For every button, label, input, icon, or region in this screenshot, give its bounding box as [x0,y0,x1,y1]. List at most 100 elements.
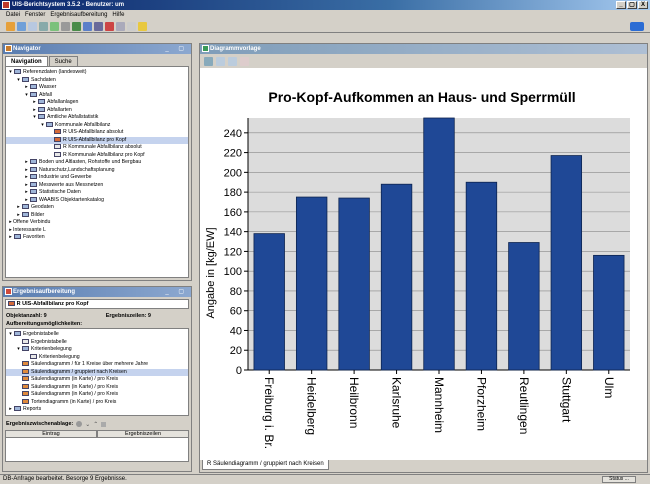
bar[interactable] [465,181,498,371]
navigator-tree-node[interactable]: ▸ Abfallarten [6,107,188,115]
map-icon[interactable] [116,22,125,31]
ergebnis-tree-node[interactable]: Kriterienbelegung [6,354,188,362]
tab-navigation[interactable]: Navigation [5,56,48,66]
column-eintrag[interactable]: Eintrag [5,430,97,438]
navigator-tree-node[interactable]: ▸ Industrie und Gewerbe [6,174,188,182]
collapse-icon[interactable]: ▾ [8,331,13,339]
expand-icon[interactable]: ▸ [24,159,29,167]
tab-saeulendiagramm[interactable]: R Säulendiagramm / gruppiert nach Kreise… [202,460,329,470]
zoom-in-icon[interactable] [216,57,225,66]
navigator-tree-node[interactable]: R Kommunale Abfallbilanz pro Kopf [6,152,188,160]
menu-ergebnisaufbereitung[interactable]: Ergebnisaufbereitung [50,10,107,20]
navigator-tree-node[interactable]: ▸ WAABIS Objektartenkatalog [6,197,188,205]
navigator-tree-node[interactable]: ▾ Kommunale Abfallbilanz [6,122,188,130]
bar[interactable] [253,233,285,371]
chevron-down-icon[interactable]: ⌄ [85,421,90,428]
maximize-button[interactable]: ▢ [627,1,637,9]
navigator-tree-node[interactable]: R UIS-Abfallbilanz absolut [6,129,188,137]
ergebnis-tree-node[interactable]: Ergebnistabelle [6,339,188,347]
expand-icon[interactable]: ▸ [16,204,21,212]
expand-icon[interactable]: ▸ [24,197,29,205]
ergebnis-tree-node[interactable]: ▾ Ergebnistabelle [6,331,188,339]
menu-datei[interactable]: Datei [6,10,20,20]
bar[interactable] [593,254,625,371]
expand-icon[interactable]: ▸ [24,174,29,182]
help-icon[interactable] [138,22,147,31]
expand-icon[interactable]: ▸ [32,99,37,107]
status-button[interactable]: Status ... [602,476,636,483]
folder-icon[interactable] [17,22,26,31]
bar[interactable] [423,117,455,371]
bar[interactable] [380,183,413,371]
collapse-icon[interactable]: ▾ [16,346,21,354]
minimize-button[interactable]: _ [616,1,626,9]
window-icon[interactable] [127,22,136,31]
bar[interactable] [508,242,540,371]
expand-icon[interactable]: ▸ [8,234,13,242]
ergebnis-tree-node[interactable]: ▾ Kriterienbelegung [6,346,188,354]
menu-hilfe[interactable]: Hilfe [112,10,124,20]
navigator-tree-node[interactable]: ▸ Wasser [6,84,188,92]
expand-icon[interactable]: ▸ [8,406,13,414]
ergebnis-tree-node[interactable]: ▸ Reports [6,406,188,414]
navigator-tree-node[interactable]: ▸Interessante L [6,227,188,235]
navigator-tree-node[interactable]: ▾ Amtliche Abfallstatistik [6,114,188,122]
navigator-tree-node[interactable]: R Kommunale Abfallbilanz absolut [6,144,188,152]
collapse-icon[interactable]: ▾ [8,69,13,77]
bar[interactable] [550,155,583,371]
navigator-tree-node[interactable]: ▸ Abfallanlagen [6,99,188,107]
tab-suche[interactable]: Suche [48,56,78,66]
export-icon[interactable] [240,57,249,66]
home-icon[interactable] [6,22,15,31]
table-icon[interactable] [61,22,70,31]
query-icon[interactable] [83,22,92,31]
clear-icon[interactable] [76,421,83,427]
expand-icon[interactable]: ▸ [24,189,29,197]
bar[interactable] [338,197,370,371]
column-ergebniszeilen[interactable]: Ergebniszeilen [97,430,189,438]
expand-icon[interactable]: ▸ [24,182,29,190]
navigator-tree-node[interactable]: ▸Offene Verbindu [6,219,188,227]
navigator-tree-node[interactable]: ▸ Messwerte aus Messnetzen [6,182,188,190]
grid-icon[interactable] [28,22,37,31]
zoom-out-icon[interactable] [228,57,237,66]
database-icon[interactable] [94,22,103,31]
navigator-tree-node[interactable]: ▸ Statistische Daten [6,189,188,197]
navigator-tree-node[interactable]: ▸ Bilder [6,212,188,220]
stop-icon[interactable] [101,421,107,427]
tree-icon[interactable] [72,22,81,31]
folder-icon [22,76,29,82]
navigator-tree-node[interactable]: ▸ Favoriten [6,234,188,242]
expand-icon[interactable]: ▸ [24,167,29,175]
navigator-tree-node[interactable]: ▾ Referenzdaten (landesweit) [6,69,188,77]
bar[interactable] [295,196,328,371]
ergebnis-tree-node[interactable]: Säulendiagramm (in Karte) / pro Kreis [6,384,188,392]
tools-icon[interactable] [39,22,48,31]
close-button[interactable]: X [638,1,648,9]
navigator-tree-node[interactable]: ▾ Sachdaten [6,77,188,85]
expand-icon[interactable]: ▸ [16,212,21,220]
navigator-tree-node[interactable]: R UIS-Abfallbilanz pro Kopf [6,136,188,144]
filter-icon[interactable] [50,22,59,31]
collapse-icon[interactable]: ▾ [32,114,37,122]
navigator-tree-node[interactable]: ▸ Boden und Altlasten, Rohstoffe und Berg… [6,159,188,167]
collapse-icon[interactable]: ▾ [40,122,45,130]
menu-fenster[interactable]: Fenster [25,10,45,20]
navigator-window-controls[interactable]: _ ▢ [165,44,188,54]
expand-icon[interactable]: ▸ [32,107,37,115]
ergebnis-tree-node[interactable]: Tortendiagramm (in Karte) / pro Kreis [6,399,188,407]
ergebnis-window-controls[interactable]: _ ▢ [165,287,188,297]
navigator-tree-node[interactable]: ▸ Naturschutz,Landschaftsplanung [6,167,188,175]
navigator-tree-node[interactable]: ▸ Geodaten [6,204,188,212]
ergebnis-tree-node[interactable]: Säulendiagramm / gruppiert nach Kreisen [6,368,188,376]
collapse-icon[interactable]: ▾ [16,77,21,85]
ergebnis-tree-node[interactable]: Säulendiagramm (in Karte) / pro Kreis [6,391,188,399]
expand-icon[interactable]: ▸ [24,84,29,92]
print-icon[interactable] [204,57,213,66]
collapse-icon[interactable]: ▾ [24,92,29,100]
chevron-up-icon[interactable]: ⌃ [93,421,98,428]
ergebnis-tree-node[interactable]: Säulendiagramm / für 1 Kreise über mehre… [6,361,188,369]
ergebnis-tree-node[interactable]: Säulendiagramm (in Karte) / pro Kreis [6,376,188,384]
bar-chart-icon[interactable] [105,22,114,31]
navigator-tree-node[interactable]: ▾ Abfall [6,92,188,100]
